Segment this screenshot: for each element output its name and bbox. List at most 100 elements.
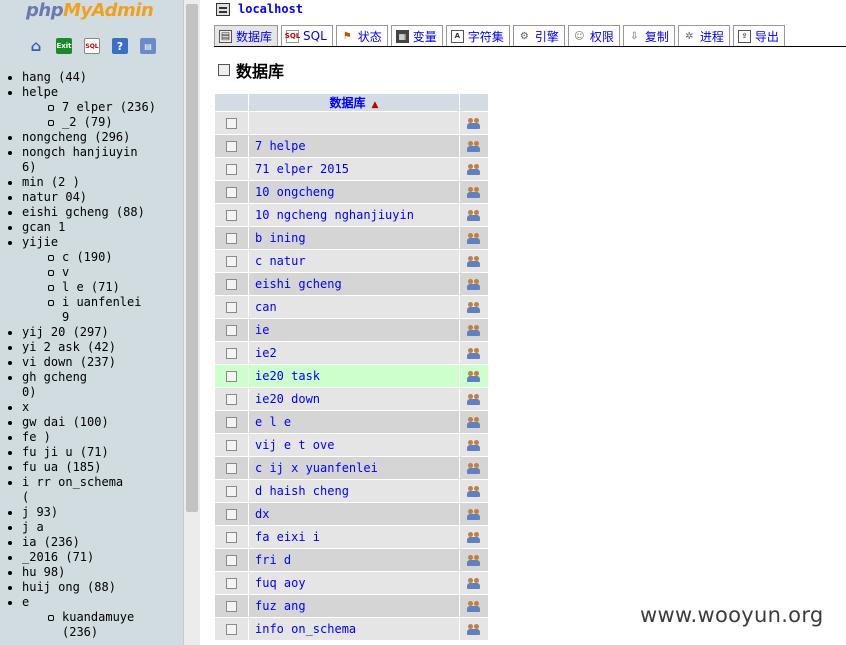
sidebar-database-item[interactable]: fu ua (185)	[0, 460, 183, 475]
table-row[interactable]: vij e t ove	[215, 434, 488, 456]
table-row[interactable]: 71 elper 2015	[215, 158, 488, 180]
check-privileges-icon[interactable]	[466, 393, 482, 406]
database-name-link[interactable]: ie2	[249, 342, 459, 364]
tab-processes[interactable]: ✲ 进程	[677, 25, 730, 46]
tab-privileges[interactable]: ☺ 权限	[567, 25, 620, 46]
scrollbar-thumb[interactable]	[186, 4, 198, 512]
table-row[interactable]: 10 ngcheng nghanjiuyin	[215, 204, 488, 226]
sidebar-database-item[interactable]: j a	[0, 520, 183, 535]
documentation-icon[interactable]: ▤	[140, 38, 156, 54]
table-row[interactable]: c natur	[215, 250, 488, 272]
sidebar-database-item[interactable]: fu ji u (71)	[0, 445, 183, 460]
server-link[interactable]: localhost	[238, 2, 303, 16]
row-checkbox[interactable]	[226, 601, 237, 612]
sidebar-subdatabase-item[interactable]: (236)	[0, 625, 183, 640]
check-privileges-icon[interactable]	[466, 416, 482, 429]
database-name-link[interactable]: dx	[249, 503, 459, 525]
row-checkbox[interactable]	[226, 164, 237, 175]
database-name-link[interactable]: b ining	[249, 227, 459, 249]
table-row[interactable]: fuq aoy	[215, 572, 488, 594]
tab-export[interactable]: ⇪ 导出	[732, 25, 785, 46]
row-checkbox[interactable]	[226, 210, 237, 221]
tab-variables[interactable]: ▦ 变量	[390, 25, 443, 46]
sidebar-subdatabase-item[interactable]: l e (71)	[0, 280, 183, 295]
sidebar-database-item[interactable]: hang (44)	[0, 70, 183, 85]
sidebar-database-item[interactable]: nongcheng (296)	[0, 130, 183, 145]
check-privileges-icon[interactable]	[466, 439, 482, 452]
row-checkbox[interactable]	[226, 302, 237, 313]
database-name-link[interactable]: fuq aoy	[249, 572, 459, 594]
database-name-link[interactable]: eishi gcheng	[249, 273, 459, 295]
table-row[interactable]: 10 ongcheng	[215, 181, 488, 203]
row-checkbox[interactable]	[226, 187, 237, 198]
row-checkbox[interactable]	[226, 509, 237, 520]
database-name-link[interactable]: fuz ang	[249, 595, 459, 617]
database-name-link[interactable]: d haish cheng	[249, 480, 459, 502]
sidebar-subdatabase-item[interactable]: _2 (79)	[0, 115, 183, 130]
sidebar-database-item[interactable]: yi 2 ask (42)	[0, 340, 183, 355]
check-privileges-icon[interactable]	[466, 554, 482, 567]
sidebar-database-item[interactable]: _2016 (71)	[0, 550, 183, 565]
sidebar-database-item[interactable]: ia (236)	[0, 535, 183, 550]
check-privileges-icon[interactable]	[466, 600, 482, 613]
table-row[interactable]: fuz ang	[215, 595, 488, 617]
tab-replication[interactable]: ⇩ 复制	[622, 25, 675, 46]
database-name-link[interactable]: can	[249, 296, 459, 318]
check-privileges-icon[interactable]	[466, 577, 482, 590]
row-checkbox[interactable]	[226, 463, 237, 474]
database-name-link[interactable]: ie20 down	[249, 388, 459, 410]
row-checkbox[interactable]	[226, 141, 237, 152]
row-checkbox[interactable]	[226, 440, 237, 451]
sidebar-database-item[interactable]: yij 20 (297)	[0, 325, 183, 340]
database-name-link[interactable]: 10 ongcheng	[249, 181, 459, 203]
check-privileges-icon[interactable]	[466, 255, 482, 268]
database-name-link[interactable]: fa eixi i	[249, 526, 459, 548]
sidebar-database-item[interactable]: j 93)	[0, 505, 183, 520]
row-checkbox[interactable]	[226, 118, 237, 129]
sidebar-subdatabase-item[interactable]: c (190)	[0, 250, 183, 265]
sidebar-subdatabase-item[interactable]: kuandamuye	[0, 610, 183, 625]
database-name-link[interactable]: 7 helpe	[249, 135, 459, 157]
table-row[interactable]: ie2	[215, 342, 488, 364]
sidebar-database-item[interactable]: (	[0, 490, 183, 505]
sidebar-database-item[interactable]: 0)	[0, 385, 183, 400]
sidebar-database-item[interactable]: min (2 )	[0, 175, 183, 190]
sidebar-subdatabase-item[interactable]: 7 elper (236)	[0, 100, 183, 115]
check-privileges-icon[interactable]	[466, 232, 482, 245]
row-checkbox[interactable]	[226, 371, 237, 382]
sidebar-database-item[interactable]: yijie	[0, 235, 183, 250]
sidebar-database-item[interactable]: fe )	[0, 430, 183, 445]
row-checkbox[interactable]	[226, 578, 237, 589]
row-checkbox[interactable]	[226, 279, 237, 290]
check-privileges-icon[interactable]	[466, 186, 482, 199]
sidebar-database-item[interactable]: gcan 1	[0, 220, 183, 235]
sidebar-database-item[interactable]: gh gcheng	[0, 370, 183, 385]
tab-database[interactable]: ▤ 数据库	[214, 25, 279, 46]
check-privileges-icon[interactable]	[466, 623, 482, 636]
tab-sql[interactable]: SQL SQL	[281, 25, 333, 46]
table-row[interactable]: ie20 task	[215, 365, 488, 387]
database-name-link[interactable]: c ij x yuanfenlei	[249, 457, 459, 479]
check-privileges-icon[interactable]	[466, 485, 482, 498]
table-row[interactable]	[215, 112, 488, 134]
database-name-link[interactable]: 10 ngcheng nghanjiuyin	[249, 204, 459, 226]
row-checkbox[interactable]	[226, 532, 237, 543]
table-row[interactable]: 7 helpe	[215, 135, 488, 157]
sidebar-database-item[interactable]: gw dai (100)	[0, 415, 183, 430]
check-privileges-icon[interactable]	[466, 117, 482, 130]
row-checkbox[interactable]	[226, 555, 237, 566]
tab-charset[interactable]: A 字符集	[445, 25, 510, 46]
check-privileges-icon[interactable]	[466, 163, 482, 176]
table-row[interactable]: fa eixi i	[215, 526, 488, 548]
row-checkbox[interactable]	[226, 417, 237, 428]
check-privileges-icon[interactable]	[466, 462, 482, 475]
check-privileges-icon[interactable]	[466, 301, 482, 314]
sidebar-database-item[interactable]: huij ong (88)	[0, 580, 183, 595]
home-icon[interactable]: ⌂	[28, 37, 44, 55]
sidebar-subdatabase-item[interactable]: 9	[0, 310, 183, 325]
sidebar-database-item[interactable]: nongch hanjiuyin	[0, 145, 183, 160]
database-name-link[interactable]: ie20 task	[249, 365, 459, 387]
sidebar-database-item[interactable]: helpe	[0, 85, 183, 100]
sidebar-database-item[interactable]: vi down (237)	[0, 355, 183, 370]
database-name-link[interactable]: c natur	[249, 250, 459, 272]
